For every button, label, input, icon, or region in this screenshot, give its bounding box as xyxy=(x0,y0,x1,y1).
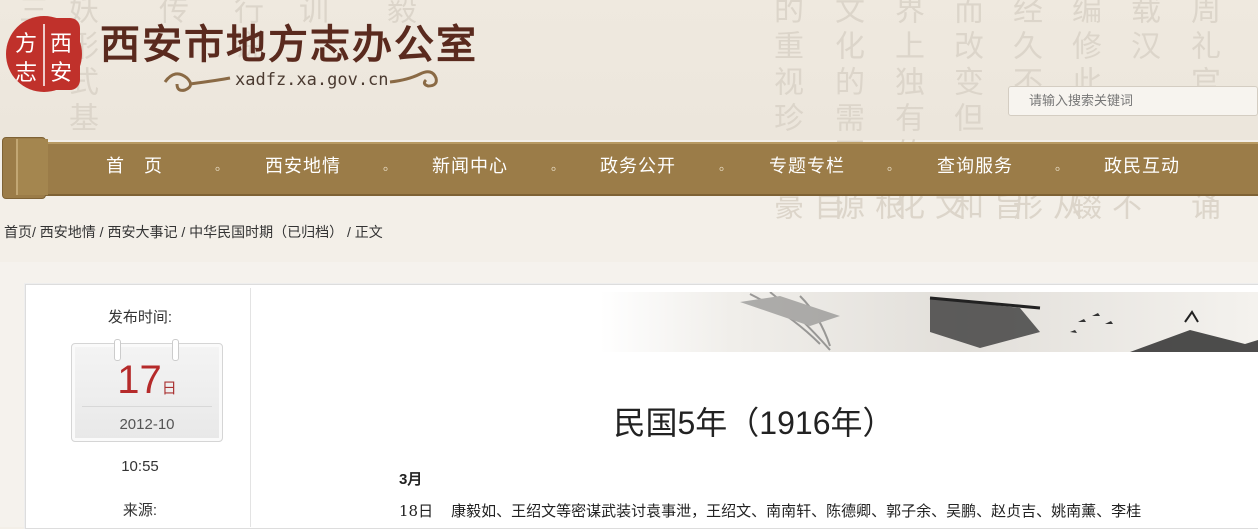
main-nav: 首 页 。 西安地情 。 新闻中心 。 政务公开 。 专题专栏 。 查询服务 。… xyxy=(0,137,1258,199)
nav-separator: 。 xyxy=(887,159,901,174)
nav-separator: 。 xyxy=(383,159,397,174)
calendar-divider xyxy=(82,406,212,407)
svg-text:安: 安 xyxy=(50,61,72,86)
publish-time-label: 发布时间: xyxy=(107,309,173,326)
site-logo-seal[interactable]: 方 志 西 安 xyxy=(4,14,84,94)
publish-time: 10:55 xyxy=(121,458,159,475)
nav-separator: 。 xyxy=(215,159,229,174)
nav-separator: 。 xyxy=(551,159,565,174)
article-meta-sidebar: 发布时间: 17日 2012-10 10:55 来源: xyxy=(30,288,251,527)
breadcrumb: 首页/ 西安地情 / 西安大事记 / 中华民国时期（已归档） / 正文 xyxy=(4,222,383,242)
publish-day: 17日 xyxy=(72,358,222,403)
publish-day-suffix: 日 xyxy=(161,380,177,397)
bg-text-col: 自豪 xyxy=(768,190,843,226)
calendar-date-widget: 17日 2012-10 xyxy=(71,339,223,442)
nav-item-home[interactable]: 首 页 xyxy=(106,142,163,192)
nav-item-query[interactable]: 查询服务 xyxy=(937,142,1013,192)
source-label: 来源: xyxy=(122,502,158,519)
breadcrumb-xian-info[interactable]: 西安地情 xyxy=(40,224,96,240)
seal-icon: 方 志 西 安 xyxy=(6,16,82,92)
breadcrumb-current: 正文 xyxy=(354,224,383,240)
publish-year-month: 2012-10 xyxy=(119,416,175,433)
ink-painting-banner xyxy=(600,292,1258,352)
nav-item-topics[interactable]: 专题专栏 xyxy=(769,142,845,192)
search-input[interactable]: 请输入搜索关键词 xyxy=(1008,86,1258,116)
nav-item-xian-info[interactable]: 西安地情 xyxy=(265,142,341,192)
nav-separator: 。 xyxy=(1055,159,1069,174)
bg-text-col: 文化 xyxy=(889,190,964,226)
breadcrumb-separator: / xyxy=(95,224,108,240)
breadcrumb-separator: / xyxy=(32,224,40,240)
breadcrumb-separator: / xyxy=(343,224,355,240)
nav-scroll-cap-inner xyxy=(16,139,48,195)
site-domain: xadfz.xa.gov.cn xyxy=(235,70,389,90)
entry-day: 18日 xyxy=(399,502,434,520)
bg-text-col: 从形 xyxy=(1007,190,1082,226)
breadcrumb-separator: / xyxy=(177,224,190,240)
article-month-heading: 3月 xyxy=(399,471,423,488)
breadcrumb-home[interactable]: 首页 xyxy=(4,224,32,240)
breadcrumb-chronicle[interactable]: 西安大事记 xyxy=(107,224,177,240)
entry-text: 康毅如、王绍文等密谋武装讨袁事泄，王绍文、南南轩、陈德卿、郭子余、吴鹏、赵贞吉、… xyxy=(451,502,1142,520)
nav-item-interaction[interactable]: 政民互动 xyxy=(1104,142,1180,192)
svg-text:方: 方 xyxy=(15,32,37,57)
nav-separator: 。 xyxy=(719,159,733,174)
nav-item-gov-affairs[interactable]: 政务公开 xyxy=(600,142,676,192)
article-title: 民国5年（1916年） xyxy=(613,405,895,441)
nav-item-news[interactable]: 新闻中心 xyxy=(432,142,508,192)
bg-text-col: 不辍 xyxy=(1066,190,1141,226)
bg-text-col: 旨和 xyxy=(948,190,1023,226)
publish-day-number: 17 xyxy=(117,358,162,402)
article-paragraph: 18日 康毅如、王绍文等密谋武装讨袁事泄，王绍文、南南轩、陈德卿、郭子余、吴鹏、赵… xyxy=(399,500,1229,521)
ink-landscape-icon xyxy=(740,292,1258,352)
bg-text-col: 根源 xyxy=(829,190,904,226)
breadcrumb-roc-period[interactable]: 中华民国时期（已归档） xyxy=(189,224,343,240)
svg-text:西: 西 xyxy=(50,32,72,57)
svg-text:志: 志 xyxy=(15,61,37,86)
